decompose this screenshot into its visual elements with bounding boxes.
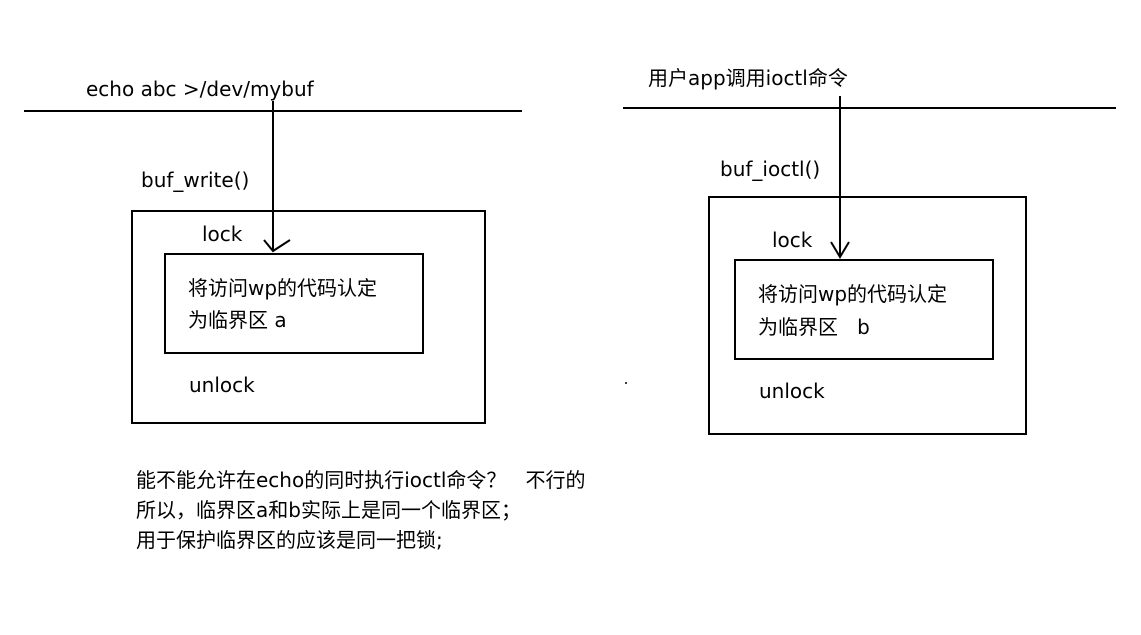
note-line-2: 所以，临界区a和b实际上是同一个临界区； — [136, 498, 521, 522]
right-critical-text-line1: 将访问wp的代码认定 — [758, 282, 948, 306]
right-command-label: 用户app调用ioctl命令 — [648, 66, 848, 90]
right-lock-label: lock — [772, 228, 813, 252]
left-critical-text-line2: 为临界区 a — [188, 308, 287, 332]
left-function-label: buf_write() — [141, 168, 250, 192]
right-unlock-label: unlock — [759, 379, 825, 403]
left-command-label: echo abc >/dev/mybuf — [86, 77, 314, 101]
notes-block: 能不能允许在echo的同时执行ioctl命令？ 不行的 所以，临界区a和b实际上… — [136, 465, 585, 555]
note-line-3: 用于保护临界区的应该是同一把锁; — [136, 528, 443, 552]
diagram-canvas: echo abc >/dev/mybuf buf_write() lock 将访… — [0, 0, 1141, 635]
left-unlock-label: unlock — [189, 373, 255, 397]
right-function-label: buf_ioctl() — [720, 157, 821, 181]
right-critical-section-box — [734, 259, 994, 360]
stray-dot — [625, 382, 627, 384]
left-critical-text-line1: 将访问wp的代码认定 — [188, 276, 378, 300]
right-critical-text-line2: 为临界区 b — [758, 315, 870, 339]
left-lock-label: lock — [202, 222, 243, 246]
note-line-1: 能不能允许在echo的同时执行ioctl命令？ 不行的 — [136, 468, 586, 492]
left-critical-section-box — [164, 253, 424, 354]
